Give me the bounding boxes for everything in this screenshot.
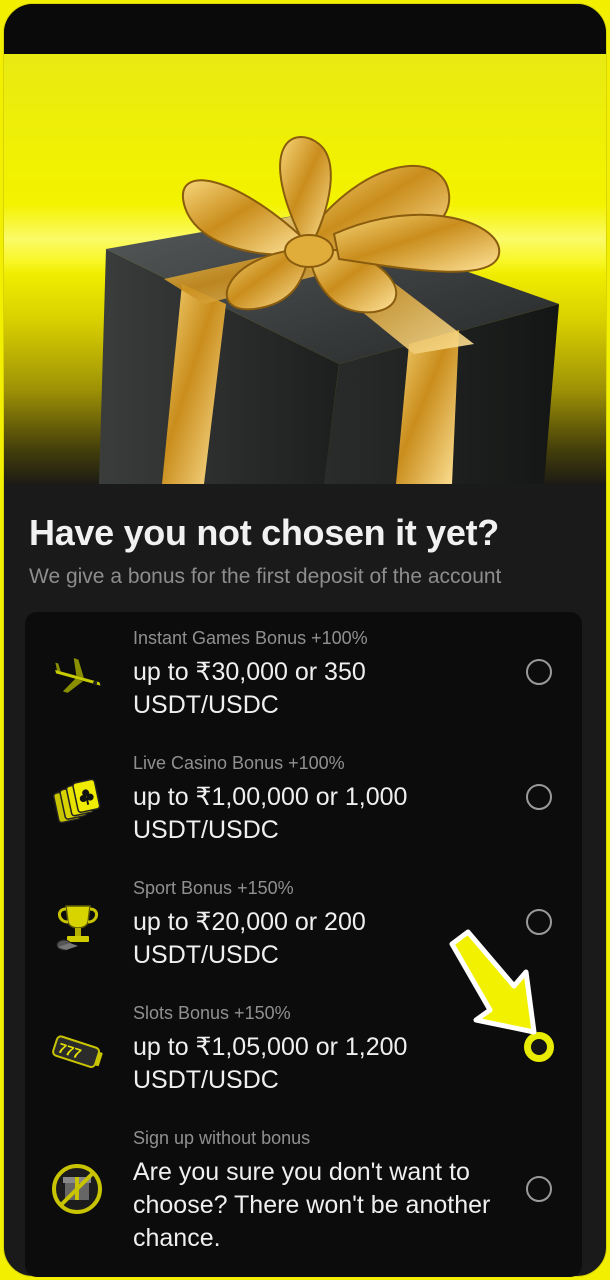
gift-box-image [99, 136, 559, 484]
hero-banner [4, 54, 606, 484]
bonus-option-live-casino[interactable]: Live Casino Bonus +100% up to ₹1,00,000 … [25, 737, 582, 862]
option-amount: up to ₹30,000 or 350 USDT/USDC [133, 658, 366, 719]
option-amount: Are you sure you don't want to choose? T… [133, 1158, 491, 1252]
page-title: Have you not chosen it yet? [29, 512, 499, 553]
option-label: Slots Bonus +150% [133, 1003, 291, 1023]
option-no-bonus[interactable]: Sign up without bonus Are you sure you d… [25, 1112, 582, 1277]
page-subtitle: We give a bonus for the first deposit of… [29, 565, 502, 588]
option-label: Instant Games Bonus +100% [133, 628, 368, 648]
pointer-arrow-icon [449, 929, 537, 1035]
radio-button[interactable] [526, 1176, 552, 1202]
radio-button[interactable] [526, 659, 552, 685]
option-label: Live Casino Bonus +100% [133, 753, 345, 773]
playing-cards-icon [52, 778, 101, 824]
slot-reel-icon: 777 [52, 1035, 103, 1068]
option-amount: up to ₹1,05,000 or 1,200 USDT/USDC [133, 1033, 408, 1094]
option-amount: up to ₹1,00,000 or 1,000 USDT/USDC [133, 783, 408, 844]
option-label: Sign up without bonus [133, 1128, 311, 1148]
airplane-icon [55, 658, 101, 693]
radio-button[interactable] [526, 784, 552, 810]
status-bar [4, 4, 606, 54]
option-label: Sport Bonus +150% [133, 878, 294, 898]
bonus-option-instant-games[interactable]: Instant Games Bonus +100% up to ₹30,000 … [25, 612, 582, 737]
trophy-icon [56, 905, 98, 951]
no-gift-icon [52, 1164, 102, 1214]
